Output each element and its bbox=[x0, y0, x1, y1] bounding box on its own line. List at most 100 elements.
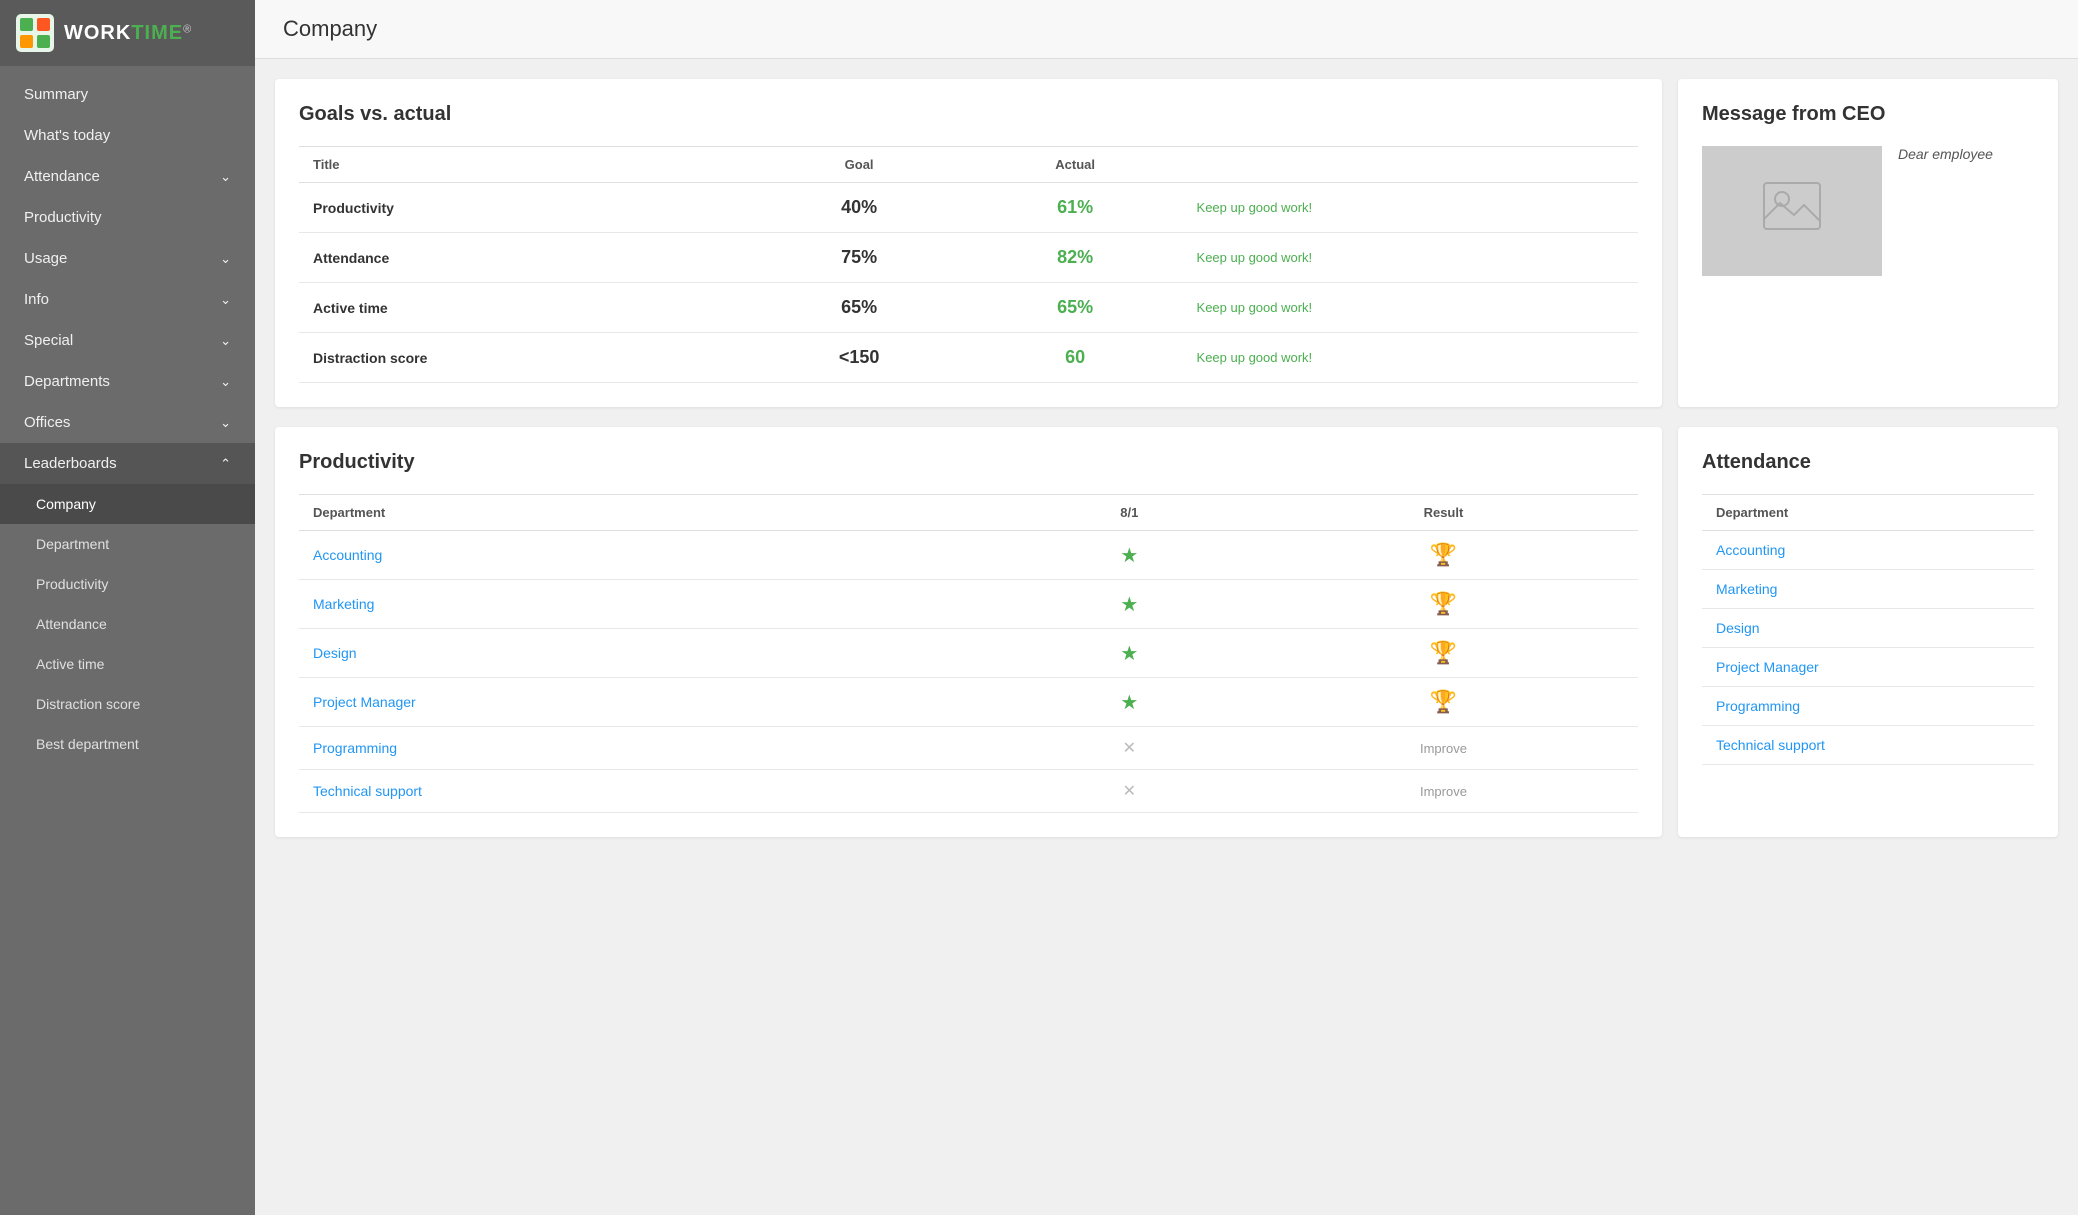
table-row: Accounting bbox=[1702, 531, 2034, 570]
chevron-down-icon: ⌄ bbox=[220, 292, 231, 308]
star-icon: ★ bbox=[1120, 643, 1138, 665]
sidebar-subitem-active-time[interactable]: Active time bbox=[0, 644, 255, 684]
table-row: Marketing bbox=[1702, 570, 2034, 609]
row-actual: 61% bbox=[968, 183, 1183, 233]
sidebar-item-whats-today[interactable]: What's today bbox=[0, 115, 255, 156]
dept-link-programming[interactable]: Programming bbox=[313, 740, 397, 756]
sidebar-subitem-productivity[interactable]: Productivity bbox=[0, 564, 255, 604]
col-actual: Actual bbox=[968, 147, 1183, 183]
dept-link-project-manager[interactable]: Project Manager bbox=[313, 694, 416, 710]
dept-link-design[interactable]: Design bbox=[313, 645, 357, 661]
goals-table: Title Goal Actual Productivity 40% 61% K… bbox=[299, 146, 1638, 383]
logo-icon bbox=[16, 14, 54, 52]
trophy-icon: 🏆 bbox=[1430, 689, 1457, 714]
table-row: Programming bbox=[1702, 687, 2034, 726]
att-dept-accounting[interactable]: Accounting bbox=[1716, 542, 1785, 558]
row-goal: 40% bbox=[750, 183, 967, 233]
table-row: Accounting ★ 🏆 bbox=[299, 531, 1638, 580]
attendance-card: Attendance Department Accounting Marketi… bbox=[1678, 427, 2058, 837]
sidebar-item-special[interactable]: Special ⌄ bbox=[0, 320, 255, 361]
sidebar: WORKTIME® Summary What's today Attendanc… bbox=[0, 0, 255, 1215]
chevron-down-icon: ⌄ bbox=[220, 169, 231, 185]
ceo-card: Message from CEO Dear employee bbox=[1678, 79, 2058, 407]
sidebar-item-productivity[interactable]: Productivity bbox=[0, 197, 255, 238]
prod-col-dept: Department bbox=[299, 495, 1010, 531]
row-actual: 60 bbox=[968, 333, 1183, 383]
att-col-dept: Department bbox=[1702, 495, 1978, 531]
sidebar-subitem-department[interactable]: Department bbox=[0, 524, 255, 564]
row-status: Keep up good work! bbox=[1183, 283, 1638, 333]
star-icon: ★ bbox=[1120, 594, 1138, 616]
col-status bbox=[1183, 147, 1638, 183]
chevron-down-icon: ⌄ bbox=[220, 415, 231, 431]
row-title: Distraction score bbox=[299, 333, 750, 383]
att-dept-marketing[interactable]: Marketing bbox=[1716, 581, 1777, 597]
table-row: Project Manager bbox=[1702, 648, 2034, 687]
att-dept-design[interactable]: Design bbox=[1716, 620, 1760, 636]
table-row: Programming ✕ Improve bbox=[299, 727, 1638, 770]
chevron-down-icon: ⌄ bbox=[220, 374, 231, 390]
ceo-message: Dear employee bbox=[1898, 146, 1993, 162]
att-dept-programming[interactable]: Programming bbox=[1716, 698, 1800, 714]
row-goal: 65% bbox=[750, 283, 967, 333]
col-title: Title bbox=[299, 147, 750, 183]
sidebar-subitem-best-department[interactable]: Best department bbox=[0, 724, 255, 764]
chevron-down-icon: ⌄ bbox=[220, 333, 231, 349]
goals-title: Goals vs. actual bbox=[299, 103, 1638, 126]
star-icon: ★ bbox=[1120, 692, 1138, 714]
att-dept-project-manager[interactable]: Project Manager bbox=[1716, 659, 1819, 675]
sidebar-item-leaderboards[interactable]: Leaderboards ⌃ bbox=[0, 443, 255, 484]
col-goal: Goal bbox=[750, 147, 967, 183]
row-title: Productivity bbox=[299, 183, 750, 233]
sidebar-item-summary[interactable]: Summary bbox=[0, 74, 255, 115]
row-actual: 82% bbox=[968, 233, 1183, 283]
sidebar-subitem-attendance[interactable]: Attendance bbox=[0, 604, 255, 644]
improve-label: Improve bbox=[1420, 784, 1467, 799]
productivity-title: Productivity bbox=[299, 451, 1638, 474]
prod-col-date: 8/1 bbox=[1010, 495, 1249, 531]
app-logo: WORKTIME® bbox=[0, 0, 255, 66]
table-row: Marketing ★ 🏆 bbox=[299, 580, 1638, 629]
productivity-table: Department 8/1 Result Accounting ★ 🏆 Mar… bbox=[299, 494, 1638, 813]
row-title: Active time bbox=[299, 283, 750, 333]
ceo-title: Message from CEO bbox=[1702, 103, 2034, 126]
table-row: Design ★ 🏆 bbox=[299, 629, 1638, 678]
sidebar-item-attendance[interactable]: Attendance ⌄ bbox=[0, 156, 255, 197]
dept-link-marketing[interactable]: Marketing bbox=[313, 596, 374, 612]
chevron-down-icon: ⌄ bbox=[220, 251, 231, 267]
dept-link-technical-support[interactable]: Technical support bbox=[313, 783, 422, 799]
x-icon: ✕ bbox=[1123, 740, 1136, 757]
row-status: Keep up good work! bbox=[1183, 233, 1638, 283]
row-status: Keep up good work! bbox=[1183, 333, 1638, 383]
table-row: Technical support bbox=[1702, 726, 2034, 765]
attendance-table: Department Accounting Marketing Design bbox=[1702, 494, 2034, 765]
chevron-up-icon: ⌃ bbox=[220, 456, 231, 472]
sidebar-item-usage[interactable]: Usage ⌄ bbox=[0, 238, 255, 279]
table-row: Active time 65% 65% Keep up good work! bbox=[299, 283, 1638, 333]
table-row: Productivity 40% 61% Keep up good work! bbox=[299, 183, 1638, 233]
sidebar-subitem-company[interactable]: Company bbox=[0, 484, 255, 524]
page-title: Company bbox=[283, 16, 2050, 42]
sidebar-subitem-distraction-score[interactable]: Distraction score bbox=[0, 684, 255, 724]
sidebar-item-offices[interactable]: Offices ⌄ bbox=[0, 402, 255, 443]
star-icon: ★ bbox=[1120, 545, 1138, 567]
trophy-icon: 🏆 bbox=[1430, 591, 1457, 616]
logo-text: WORKTIME® bbox=[64, 22, 191, 45]
att-dept-technical-support[interactable]: Technical support bbox=[1716, 737, 1825, 753]
sidebar-item-info[interactable]: Info ⌄ bbox=[0, 279, 255, 320]
table-row: Technical support ✕ Improve bbox=[299, 770, 1638, 813]
table-row: Project Manager ★ 🏆 bbox=[299, 678, 1638, 727]
ceo-section: Dear employee bbox=[1702, 146, 2034, 288]
goals-card: Goals vs. actual Title Goal Actual Produ… bbox=[275, 79, 1662, 407]
att-col-extra bbox=[1978, 495, 2034, 531]
attendance-title: Attendance bbox=[1702, 451, 2034, 474]
row-goal: 75% bbox=[750, 233, 967, 283]
row-goal: <150 bbox=[750, 333, 967, 383]
dept-link-accounting[interactable]: Accounting bbox=[313, 547, 382, 563]
sidebar-item-departments[interactable]: Departments ⌄ bbox=[0, 361, 255, 402]
trophy-icon: 🏆 bbox=[1430, 542, 1457, 567]
page-header: Company bbox=[255, 0, 2078, 59]
sidebar-nav: Summary What's today Attendance ⌄ Produc… bbox=[0, 66, 255, 772]
row-status: Keep up good work! bbox=[1183, 183, 1638, 233]
trophy-icon: 🏆 bbox=[1430, 640, 1457, 665]
